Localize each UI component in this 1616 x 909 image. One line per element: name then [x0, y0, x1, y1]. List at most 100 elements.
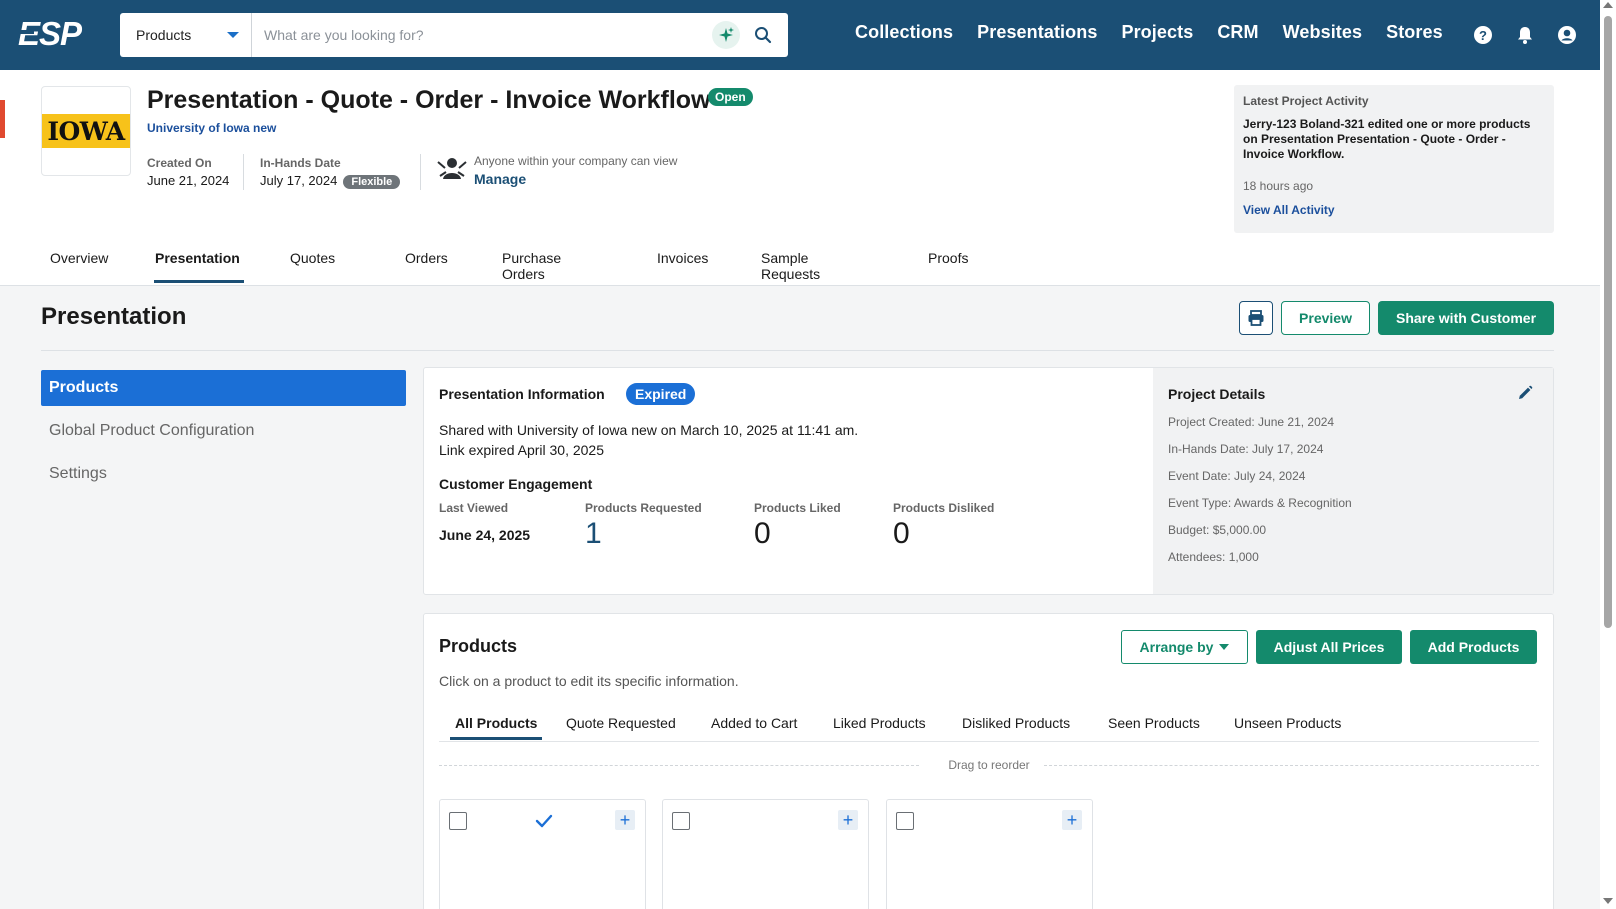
customer-engagement-title: Customer Engagement [439, 476, 593, 492]
tab-disliked-products[interactable]: Disliked Products [962, 715, 1070, 731]
created-value: June 21, 2024 [147, 173, 230, 188]
activity-text: Jerry-123 Boland-321 edited one or more … [1243, 117, 1531, 161]
presentation-info-card: Presentation Information Expired Shared … [423, 367, 1554, 595]
product-tile[interactable]: + [439, 799, 646, 909]
nav-presentations[interactable]: Presentations [977, 22, 1097, 43]
product-tile[interactable]: + [886, 799, 1093, 909]
divider [243, 154, 244, 190]
tab-invoices[interactable]: Invoices [657, 250, 708, 286]
section-title: Presentation [41, 303, 187, 330]
products-card: Products Click on a product to edit its … [423, 613, 1554, 909]
arrange-by-label: Arrange by [1139, 639, 1214, 655]
preview-button[interactable]: Preview [1281, 301, 1370, 335]
search-type-label: Products [136, 27, 192, 43]
tab-orders[interactable]: Orders [405, 250, 448, 286]
tab-presentation[interactable]: Presentation [154, 250, 244, 286]
project-header: IOWA Presentation - Quote - Order - Invo… [0, 70, 1600, 286]
tab-all-products[interactable]: All Products [449, 715, 543, 740]
ai-search-button[interactable] [712, 21, 740, 49]
side-menu-products[interactable]: Products [41, 370, 406, 406]
stat-products-requested: Products Requested 1 [585, 501, 702, 551]
products-title: Products [439, 636, 518, 656]
adjust-all-prices-button[interactable]: Adjust All Prices [1256, 630, 1402, 664]
activity-time: 18 hours ago [1243, 179, 1314, 193]
bell-icon[interactable] [1514, 24, 1536, 46]
scrollbar-thumb[interactable] [1604, 16, 1612, 628]
search-button[interactable] [748, 20, 778, 50]
tab-overview[interactable]: Overview [50, 250, 108, 286]
tab-unseen-products[interactable]: Unseen Products [1234, 715, 1341, 731]
detail-in-hands: In-Hands Date: July 17, 2024 [1168, 442, 1324, 456]
select-checkbox[interactable] [896, 812, 914, 830]
chevron-down-icon [1219, 644, 1230, 650]
stat-value: 0 [893, 517, 910, 550]
nav-websites[interactable]: Websites [1283, 22, 1363, 43]
customer-link[interactable]: University of Iowa new [147, 121, 276, 135]
scroll-down-arrow-icon[interactable] [1603, 898, 1613, 904]
inhands-label: In-Hands Date [260, 156, 341, 170]
inhands-value: July 17, 2024 Flexible [260, 173, 401, 189]
top-navigation-bar: ESP Products Collections Presentations P… [0, 0, 1600, 70]
product-filter-tabs: All Products Quote Requested Added to Ca… [439, 712, 1539, 742]
nav-projects[interactable]: Projects [1121, 22, 1193, 43]
printer-icon [1248, 310, 1264, 326]
help-icon[interactable]: ? [1472, 24, 1494, 46]
tab-added-to-cart[interactable]: Added to Cart [711, 715, 797, 731]
manage-permissions-link[interactable]: Manage [474, 171, 526, 187]
tab-liked-products[interactable]: Liked Products [833, 715, 926, 731]
nav-collections[interactable]: Collections [855, 22, 953, 43]
search-type-select[interactable]: Products [120, 13, 252, 57]
tab-sample-requests[interactable]: Sample Requests [761, 250, 820, 286]
arrange-by-button[interactable]: Arrange by [1121, 630, 1248, 664]
tab-quotes[interactable]: Quotes [290, 250, 335, 286]
project-details-title: Project Details [1168, 386, 1266, 402]
esp-logo[interactable]: ESP [18, 16, 102, 52]
print-button[interactable] [1239, 301, 1273, 335]
pencil-icon[interactable] [1517, 385, 1533, 401]
plus-icon[interactable]: + [1062, 810, 1082, 830]
tab-quote-requested[interactable]: Quote Requested [566, 715, 676, 731]
share-status: Shared with University of Iowa new on Ma… [439, 420, 858, 460]
tab-purchase-orders[interactable]: Purchase Orders [502, 250, 561, 286]
stat-label: Products Requested [585, 501, 702, 515]
nav-stores[interactable]: Stores [1386, 22, 1443, 43]
project-title: Presentation - Quote - Order - Invoice W… [147, 86, 711, 114]
side-menu-global-config[interactable]: Global Product Configuration [41, 413, 406, 449]
detail-event-date: Event Date: July 24, 2024 [1168, 469, 1306, 483]
share-with-customer-button[interactable]: Share with Customer [1378, 301, 1554, 335]
project-details-panel: Project Details Project Created: June 21… [1153, 368, 1553, 594]
add-products-button[interactable]: Add Products [1410, 630, 1537, 664]
expired-line: Link expired April 30, 2025 [439, 442, 604, 458]
select-checkbox[interactable] [672, 812, 690, 830]
detail-budget: Budget: $5,000.00 [1168, 523, 1267, 537]
products-subtitle: Click on a product to edit its specific … [439, 673, 739, 689]
detail-project-created: Project Created: June 21, 2024 [1168, 415, 1335, 429]
stat-last-viewed: Last Viewed June 24, 2025 [439, 501, 530, 543]
user-icon[interactable] [1556, 24, 1578, 46]
nav-crm[interactable]: CRM [1217, 22, 1258, 43]
tab-proofs[interactable]: Proofs [928, 250, 968, 286]
in-hands-date: In-Hands Date July 17, 2024 Flexible [260, 156, 401, 189]
stat-value[interactable]: 1 [585, 517, 702, 551]
svg-text:?: ? [1479, 28, 1487, 43]
side-menu-settings[interactable]: Settings [41, 456, 406, 492]
stat-label: Products Disliked [893, 501, 995, 515]
sparkle-icon [719, 27, 734, 42]
drag-to-reorder-hint: Drag to reorder [439, 758, 1539, 772]
team-permission-icon [437, 158, 467, 179]
stat-label: Products Liked [754, 501, 841, 515]
plus-icon[interactable]: + [838, 810, 858, 830]
search-bar: Products [120, 13, 788, 57]
search-icon [755, 27, 772, 44]
iowa-logo: IOWA [42, 114, 130, 148]
select-checkbox[interactable] [449, 812, 467, 830]
presentation-info-title: Presentation Information [439, 386, 605, 402]
view-all-activity-link[interactable]: View All Activity [1243, 203, 1545, 217]
plus-icon[interactable]: + [615, 810, 635, 830]
tab-seen-products[interactable]: Seen Products [1108, 715, 1200, 731]
scroll-up-arrow-icon[interactable] [1603, 2, 1613, 8]
product-tile[interactable]: + [662, 799, 869, 909]
main-nav: Collections Presentations Projects CRM W… [855, 22, 1467, 43]
search-input[interactable] [252, 13, 712, 57]
chevron-down-icon [227, 32, 239, 38]
